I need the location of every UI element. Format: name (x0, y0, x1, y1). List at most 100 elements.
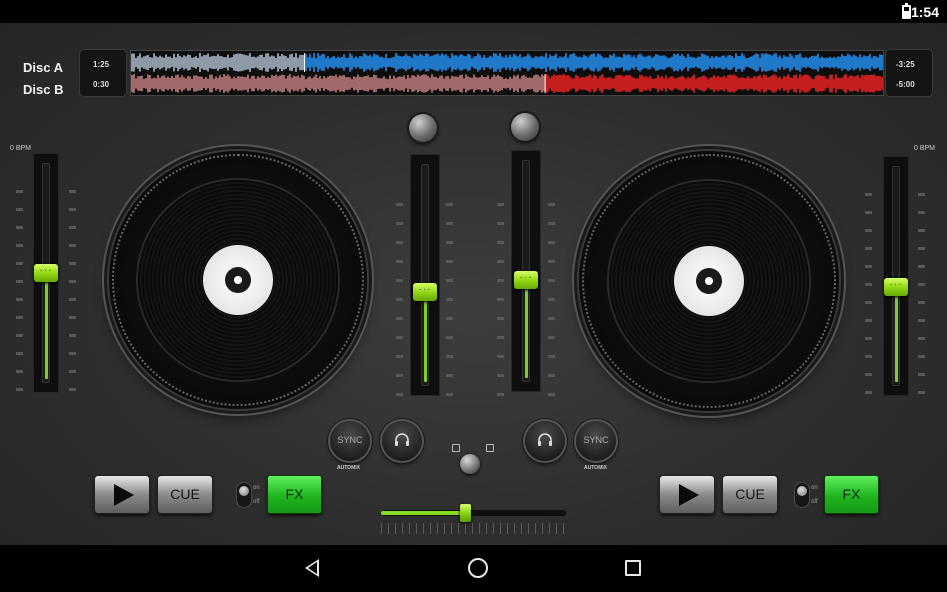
waveform-bar-b (457, 77, 459, 90)
waveform-bar-b (337, 77, 339, 90)
crossfader-thumb[interactable] (459, 504, 471, 522)
waveform-bar-b (473, 74, 475, 93)
waveform-bar-b (847, 77, 849, 90)
waveform-bar-a (579, 56, 581, 69)
waveform-bar-b (335, 74, 337, 93)
left-headphone-cue-button[interactable] (382, 421, 422, 461)
scale-tick (865, 247, 872, 250)
waveform-bar-a (657, 54, 659, 71)
right-fx-button[interactable]: FX (825, 476, 878, 513)
waveform-display[interactable] (131, 51, 883, 95)
waveform-bar-b (299, 77, 301, 90)
scale-tick (16, 262, 23, 265)
right-headphone-cue-button[interactable] (525, 421, 565, 461)
waveform-bar-b (139, 76, 141, 91)
waveform-graphic (131, 53, 883, 93)
waveform-bar-a (677, 53, 679, 72)
slider-thumb[interactable] (34, 264, 58, 282)
right-cue-button[interactable]: CUE (723, 476, 777, 513)
left-pitch-slider[interactable] (33, 153, 59, 393)
right-turntable[interactable] (579, 151, 839, 411)
back-icon[interactable] (305, 559, 319, 577)
waveform-bar-b (801, 76, 803, 91)
waveform-bar-a (213, 55, 215, 70)
waveform-bar-b (237, 76, 239, 91)
waveform-bar-a (673, 53, 675, 72)
waveform-bar-a (875, 56, 877, 69)
waveform-bar-a (459, 54, 461, 71)
right-play-button[interactable] (660, 476, 714, 513)
waveform-bar-b (323, 76, 325, 91)
waveform-bar-a (283, 55, 285, 70)
left-volume-fader[interactable] (410, 154, 440, 396)
slider-thumb[interactable] (884, 277, 908, 296)
left-fx-toggle[interactable] (237, 483, 251, 507)
waveform-bar-b (837, 77, 839, 90)
recent-apps-icon[interactable] (625, 560, 641, 576)
fx-label: FX (285, 486, 304, 502)
play-icon (679, 484, 699, 506)
waveform-bar-a (299, 54, 301, 71)
waveform-bar-a (743, 55, 745, 70)
waveform-bar-a (551, 56, 553, 69)
waveform-bar-a (829, 56, 831, 69)
expand-icon[interactable] (452, 444, 460, 452)
waveform-bar-b (253, 75, 255, 92)
waveform-bar-a (847, 53, 849, 72)
waveform-bar-a (571, 54, 573, 71)
waveform-bar-a (725, 57, 727, 68)
waveform-bar-a (269, 56, 271, 69)
left-sync-button[interactable]: SYNC (330, 421, 370, 461)
scale-tick (865, 283, 872, 286)
left-gain-knob[interactable] (409, 114, 437, 142)
left-fx-button[interactable]: FX (268, 476, 321, 513)
waveform-bar-a (249, 53, 251, 72)
waveform-bar-a (447, 56, 449, 69)
home-icon[interactable] (468, 558, 488, 578)
waveform-bar-b (643, 76, 645, 91)
waveform-bar-a (345, 57, 347, 68)
slider-thumb[interactable] (514, 270, 538, 289)
right-sync-button[interactable]: SYNC (576, 421, 616, 461)
crossfader-curve-knob[interactable] (460, 454, 480, 474)
waveform-bar-b (385, 78, 387, 89)
waveform-bar-a (559, 56, 561, 69)
waveform-bar-b (541, 74, 543, 93)
left-cue-button[interactable]: CUE (158, 476, 212, 513)
waveform-bar-a (607, 57, 609, 68)
waveform-bar-a (511, 56, 513, 69)
scale-tick (548, 203, 555, 206)
loop-icon[interactable] (486, 444, 494, 452)
waveform-bar-a (583, 54, 585, 71)
right-gain-knob[interactable] (511, 113, 539, 141)
waveform-bar-b (623, 76, 625, 91)
waveform-bar-a (225, 57, 227, 68)
scale-tick (69, 190, 76, 193)
right-volume-fader[interactable] (511, 150, 541, 392)
toggle-off-label: off (811, 499, 818, 505)
waveform-bar-a (193, 57, 195, 68)
status-clock: 1:54 (910, 4, 939, 20)
waveform-bar-a (369, 54, 371, 71)
waveform-bar-b (859, 78, 861, 89)
waveform-bar-a (297, 57, 299, 68)
slider-thumb[interactable] (413, 283, 437, 302)
right-pitch-slider[interactable] (883, 156, 909, 396)
waveform-bar-a (387, 58, 389, 67)
waveform-bar-b (509, 76, 511, 91)
waveform-bar-a (747, 58, 749, 67)
waveform-bar-a (569, 54, 571, 71)
waveform-bar-a (639, 53, 641, 72)
right-fx-toggle[interactable] (795, 483, 809, 507)
waveform-bar-b (645, 76, 647, 91)
left-turntable[interactable] (109, 151, 367, 409)
waveform-bar-a (191, 57, 193, 68)
waveform-bar-a (353, 58, 355, 67)
waveform-bar-b (553, 74, 555, 93)
crossfader[interactable] (381, 504, 567, 522)
waveform-bar-a (159, 55, 161, 70)
waveform-bar-b (827, 79, 829, 88)
scale-tick (16, 298, 23, 301)
left-play-button[interactable] (95, 476, 149, 513)
waveform-bar-b (309, 76, 311, 91)
